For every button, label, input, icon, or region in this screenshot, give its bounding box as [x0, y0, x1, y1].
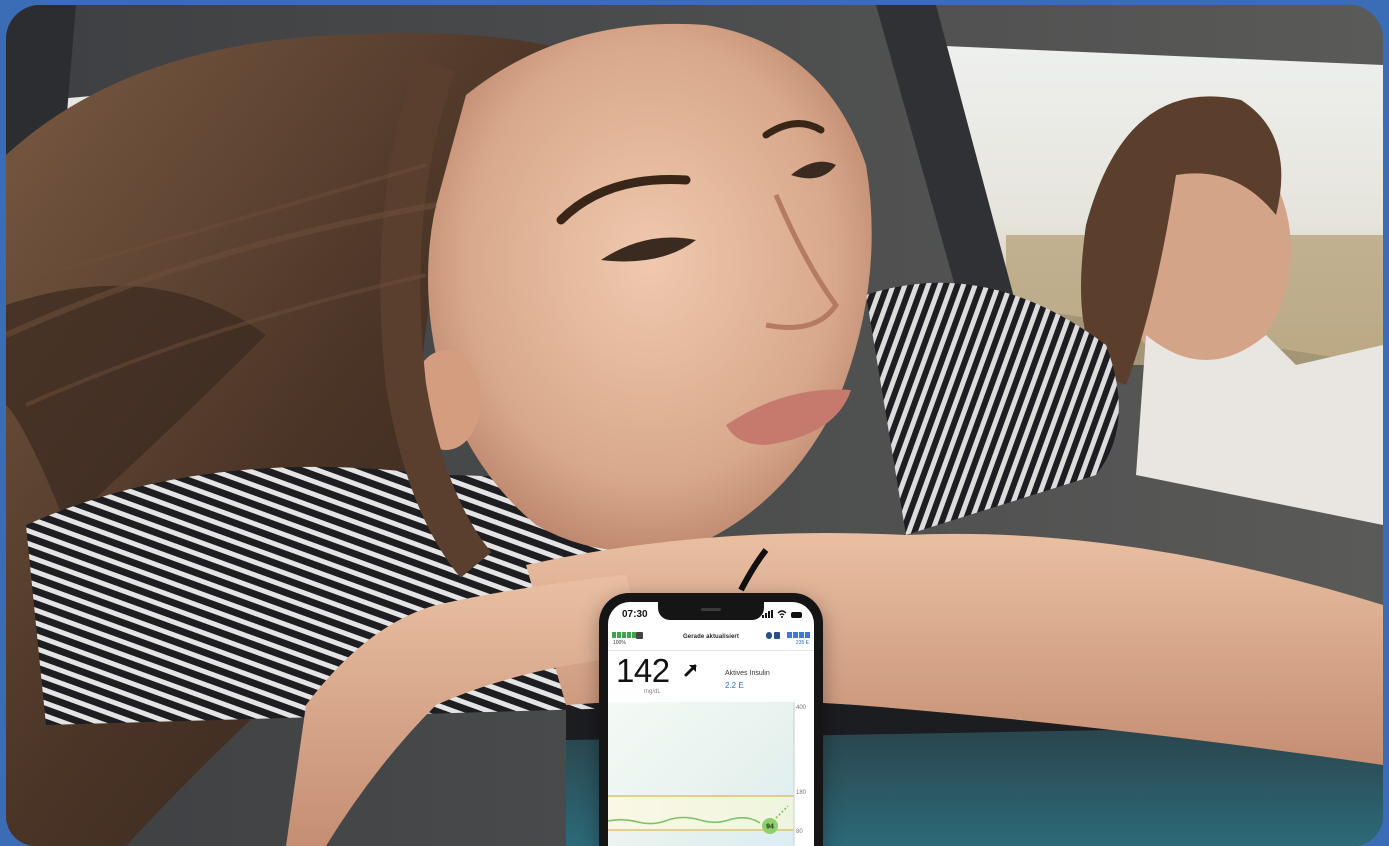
glucose-reading: 142	[616, 652, 670, 689]
status-time: 07:30	[622, 609, 648, 620]
glucose-unit: mg/dL	[644, 689, 661, 695]
axis-label-low: 80	[796, 829, 803, 835]
pump-status-bar[interactable]: 100% Gerade aktualisiert 235 E	[608, 628, 814, 651]
cellular-signal-icon	[762, 610, 773, 618]
pump-battery-percent: 100%	[613, 640, 626, 646]
reservoir-units: 235 E	[795, 640, 809, 646]
active-insulin-value: 2.2 E	[725, 681, 744, 690]
insulin-drop-icon	[766, 632, 772, 639]
bolus-icon	[774, 632, 780, 639]
axis-label-high: 180	[796, 790, 807, 796]
hero-image-frame: 07:30 100% Gerade aktualisiert 235 E 142	[6, 5, 1383, 846]
rising-diagonal-arrow-icon	[684, 664, 697, 677]
status-bar: 07:30	[608, 602, 814, 624]
reservoir-level-icon	[787, 632, 810, 638]
wifi-icon	[777, 610, 787, 618]
app-screen: 07:30 100% Gerade aktualisiert 235 E 142	[608, 602, 814, 846]
system-icons	[762, 610, 802, 618]
speaker-grille	[701, 608, 721, 611]
glucose-trend-graph[interactable]: 400 180 80 94	[608, 702, 814, 846]
phone-mockup: 07:30 100% Gerade aktualisiert 235 E 142	[599, 593, 823, 846]
update-status: Gerade aktualisiert	[683, 634, 739, 640]
active-insulin-label: Aktives Insulin	[725, 670, 770, 677]
latest-reading-label: 94	[766, 824, 774, 831]
axis-label-top: 400	[796, 705, 807, 711]
phone-notch	[658, 602, 764, 620]
phone-battery-icon	[791, 612, 802, 618]
